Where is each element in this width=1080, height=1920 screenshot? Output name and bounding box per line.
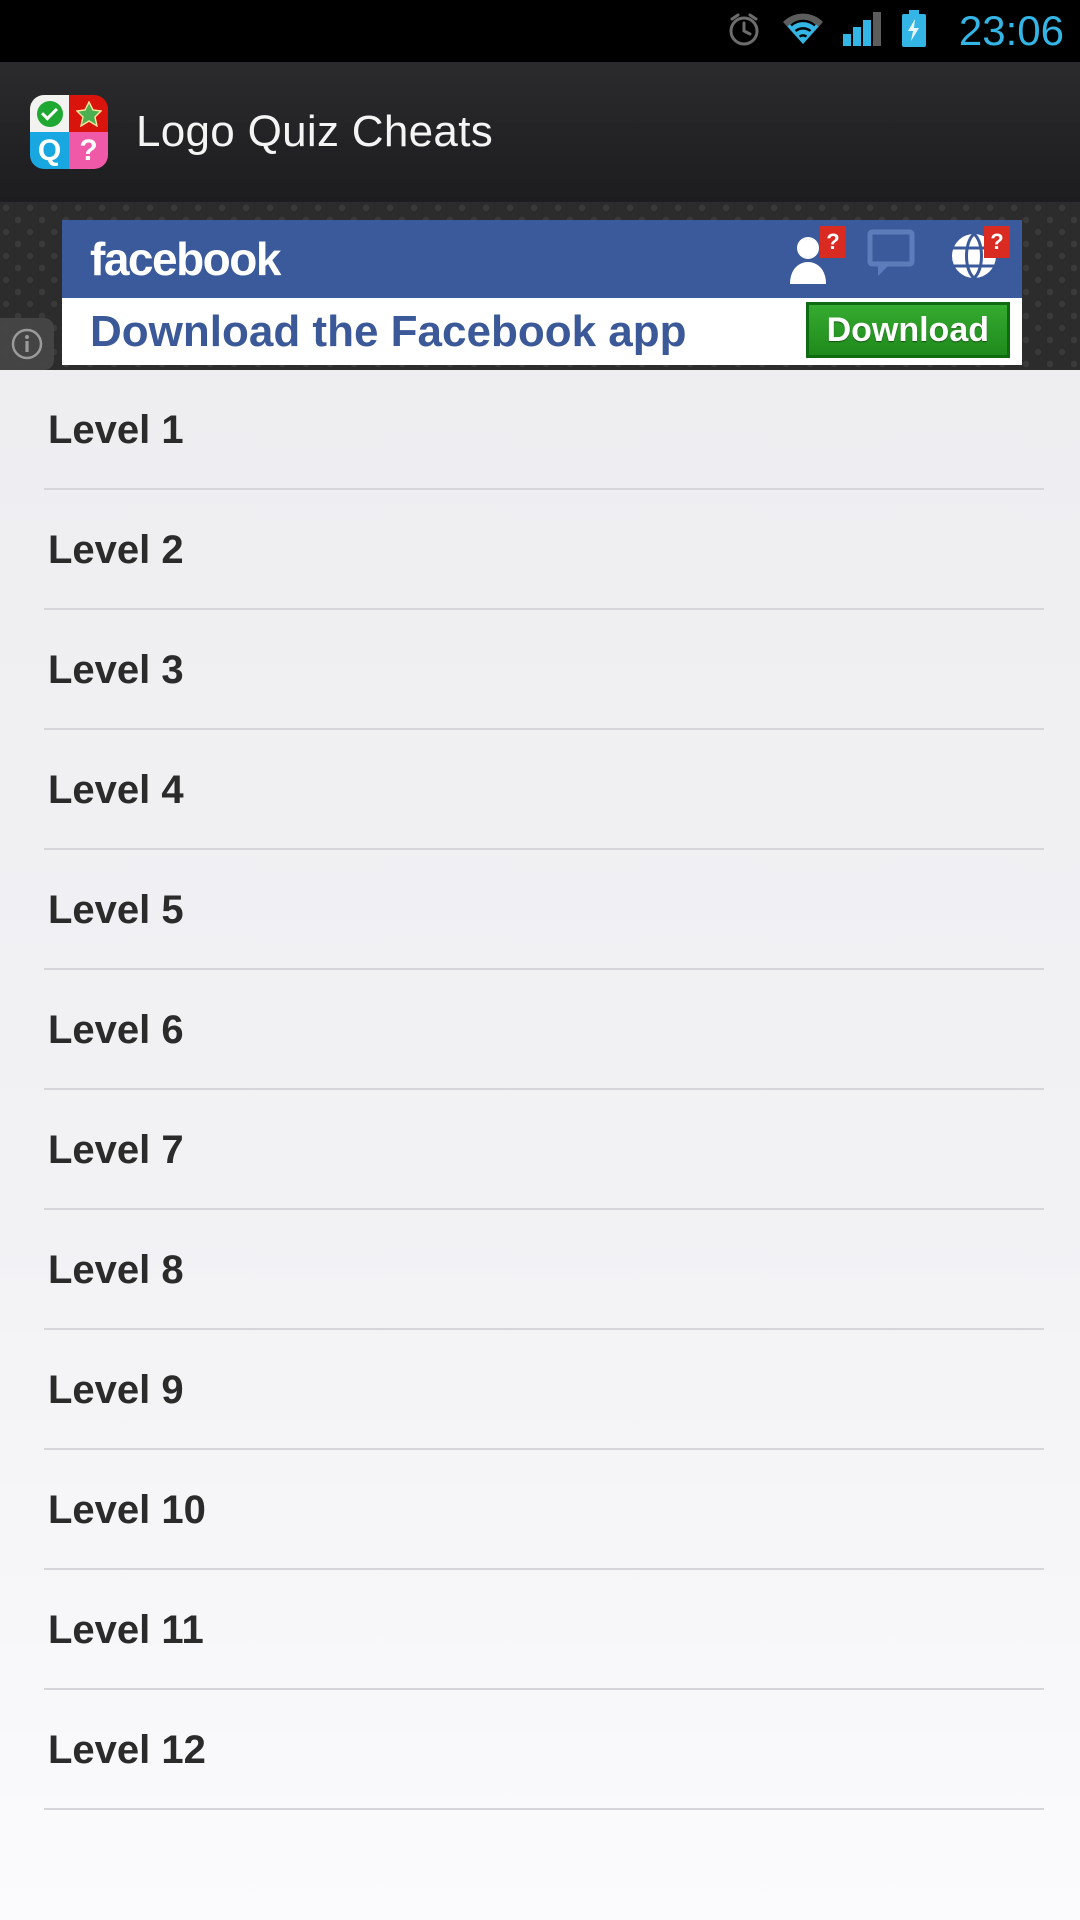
status-bar: 23:06 [0,0,1080,62]
check-icon [30,95,69,132]
wifi-icon [781,12,825,51]
facebook-ad-banner[interactable]: facebook ? ? Download the Facebook app D… [62,220,1022,365]
list-item-label: Level 4 [48,768,184,812]
list-item[interactable]: Level 1 [0,370,1080,490]
list-item[interactable]: Level 12 [0,1690,1080,1810]
status-bar-clock: 23:06 [958,7,1064,54]
list-item-label: Level 7 [48,1128,184,1172]
messages-icon[interactable] [866,228,922,290]
check-mark-shape [41,103,58,121]
list-item[interactable]: Level 3 [0,610,1080,730]
ad-headline: Download the Facebook app [90,306,687,356]
friend-requests-icon[interactable]: ? [784,226,846,290]
ad-banner-nav-icons: ? ? [784,226,1010,290]
page-title: Logo Quiz Cheats [136,107,494,156]
list-item-label: Level 10 [48,1488,206,1532]
notifications-badge: ? [984,226,1010,258]
list-item[interactable]: Level 9 [0,1330,1080,1450]
list-item-label: Level 8 [48,1248,184,1292]
ad-banner-header: facebook ? ? [62,220,1022,298]
ad-download-button[interactable]: Download [805,302,1010,358]
status-bar-icons: 23:06 [725,7,1064,54]
list-item[interactable]: Level 10 [0,1450,1080,1570]
list-divider [44,1808,1044,1810]
friend-requests-badge: ? [820,226,846,258]
battery-charging-icon [901,9,927,53]
question-mark-tile: ? [69,132,108,169]
question-mark-glyph: ? [79,133,98,167]
notifications-globe-icon[interactable]: ? [948,226,1010,290]
letter-q-glyph: Q [37,133,62,167]
list-item[interactable]: Level 2 [0,490,1080,610]
logo-quiz-cheats-app-icon: Q ? [30,95,108,169]
facebook-wordmark: facebook [90,233,281,285]
cellular-signal-icon [842,11,883,51]
list-item-label: Level 6 [48,1008,184,1052]
list-item[interactable]: Level 8 [0,1210,1080,1330]
ad-region: facebook ? ? Download the Facebook app D… [0,202,1080,370]
ad-banner-body: Download the Facebook app Download [62,298,1022,365]
check-circle-shape [36,100,63,127]
star-icon [69,95,108,132]
list-item[interactable]: Level 7 [0,1090,1080,1210]
list-item[interactable]: Level 6 [0,970,1080,1090]
action-bar: Q ? Logo Quiz Cheats [0,62,1080,202]
ad-info-icon[interactable] [0,318,54,370]
list-item[interactable]: Level 4 [0,730,1080,850]
alarm-clock-icon [725,10,763,53]
letter-q-tile: Q [30,132,69,169]
list-item-label: Level 2 [48,528,184,572]
list-item-label: Level 3 [48,648,184,692]
list-item-label: Level 5 [48,888,184,932]
level-list[interactable]: Level 1 Level 2 Level 3 Level 4 Level 5 Level… [0,370,1080,1920]
list-item[interactable]: Level 5 [0,850,1080,970]
list-item-label: Level 12 [48,1728,206,1772]
list-item[interactable]: Level 11 [0,1570,1080,1690]
list-item-label: Level 11 [48,1608,204,1652]
list-item-label: Level 1 [48,408,184,452]
list-item-label: Level 9 [48,1368,184,1412]
ad-download-label: Download [826,311,989,349]
